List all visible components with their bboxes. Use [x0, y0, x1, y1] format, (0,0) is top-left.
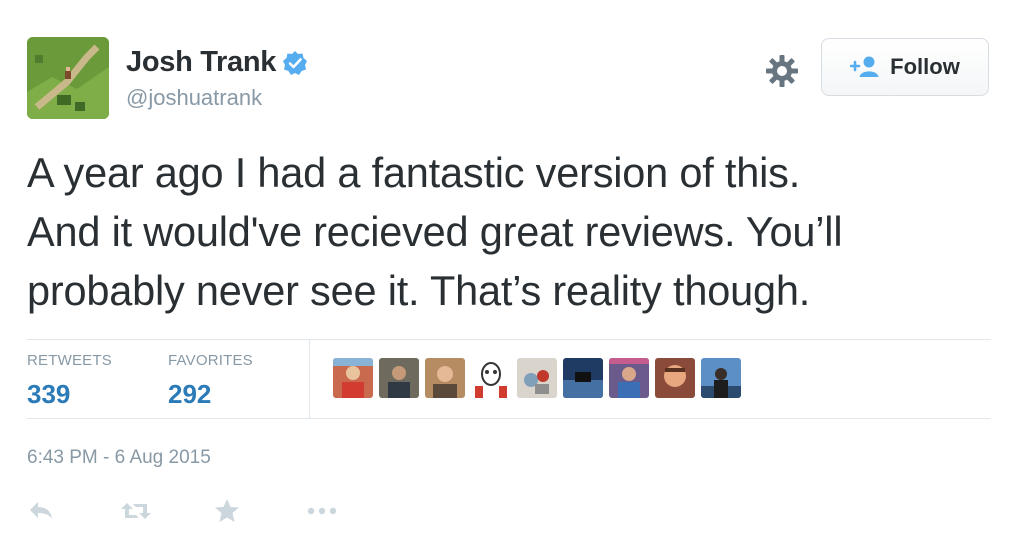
retweets-stat[interactable]: RETWEETS 339 [27, 352, 112, 410]
add-user-icon [849, 55, 880, 79]
favoriter-avatar[interactable] [655, 358, 695, 398]
favoriter-avatar[interactable] [333, 358, 373, 398]
gear-icon[interactable] [764, 53, 800, 89]
retweets-count: 339 [27, 379, 71, 409]
avatar[interactable] [27, 37, 109, 119]
reply-icon[interactable] [27, 498, 55, 524]
favoriters-list [333, 358, 741, 398]
user-handle[interactable]: @joshuatrank [126, 85, 308, 111]
favorites-label: FAVORITES [168, 352, 253, 369]
follow-button[interactable]: Follow [821, 38, 989, 96]
favorites-count: 292 [168, 379, 212, 409]
tweet-line: probably never see it. That’s reality th… [27, 267, 811, 314]
tweet-line: A year ago I had a fantastic version of … [27, 149, 801, 196]
tweet-text: A year ago I had a fantastic version of … [27, 143, 1002, 320]
retweets-label: RETWEETS [27, 352, 112, 369]
name-row: Josh Trank [126, 46, 308, 79]
favorite-icon[interactable] [213, 498, 241, 524]
retweet-icon[interactable] [120, 498, 151, 524]
user-name-block: Josh Trank @joshuatrank [126, 46, 308, 111]
favoriter-avatar[interactable] [517, 358, 557, 398]
tweet-stats: RETWEETS 339 FAVORITES 292 [27, 340, 991, 418]
favoriter-avatar[interactable] [701, 358, 741, 398]
favorites-stat[interactable]: FAVORITES 292 [168, 352, 253, 410]
verified-badge-icon [282, 50, 308, 76]
follow-label: Follow [890, 54, 960, 79]
favoriter-avatar[interactable] [379, 358, 419, 398]
display-name[interactable]: Josh Trank [126, 46, 276, 79]
tweet-timestamp[interactable]: 6:43 PM - 6 Aug 2015 [27, 447, 211, 469]
favoriter-avatar[interactable] [609, 358, 649, 398]
favoriter-avatar[interactable] [563, 358, 603, 398]
tweet-line: And it would've recieved great reviews. … [27, 208, 843, 255]
tweet-header: Josh Trank @joshuatrank Follow [27, 37, 993, 119]
more-icon[interactable] [306, 498, 337, 524]
favoriter-avatar[interactable] [425, 358, 465, 398]
favoriter-avatar[interactable] [471, 358, 511, 398]
tweet-actions [27, 498, 399, 524]
stats-separator [309, 340, 310, 418]
divider [27, 418, 991, 419]
